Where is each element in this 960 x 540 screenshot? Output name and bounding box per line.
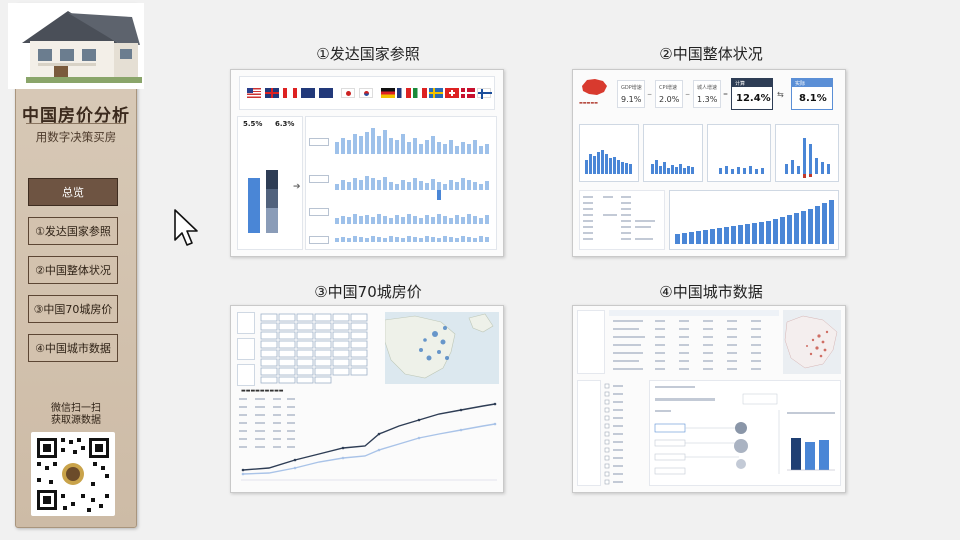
qr-code [31,432,115,516]
tile-title-china-overall: ②中国整体状况 [659,45,763,63]
kpi-actual-value: 8.1% [799,93,827,104]
tile-title-developed-countries: ①发达国家参照 [316,45,420,63]
house-logo [8,3,144,89]
trend-bars [675,200,834,244]
kpi-gdp-value: 9.1% [621,95,642,104]
operator-minus-1: − [647,91,653,98]
flag-japan-icon[interactable] [341,88,355,98]
flag-sweden-icon[interactable] [429,88,443,98]
kpi-computed-value: 12.4% [736,93,771,104]
flag-france-icon[interactable] [397,88,411,98]
mini-row-3 [335,214,489,224]
chart-row-label-1 [309,138,329,146]
chart-row-label-2 [309,175,329,183]
chart-row-label-3 [309,208,329,216]
kpi-urban-label: 城人增速 [697,85,718,91]
flag-korea-icon[interactable] [359,88,373,98]
qr-caption: 微信扫一扫 获取源数据 [16,403,136,427]
china-map-icon [582,79,607,95]
city-selector-grid[interactable] [259,312,379,384]
flag-finland-icon[interactable] [477,88,492,99]
tile-china-city-data[interactable] [572,305,846,493]
kpi-cpi-box: CPI增速 2.0% [655,80,683,108]
mini-row-1 [335,128,489,154]
kpi-urban-value: 1.3% [697,95,718,104]
city-density-map[interactable] [783,310,841,374]
kpi-actual-box: 实际 8.1% [791,78,833,110]
kpi-actual-label: 实际 [795,81,806,87]
qr-caption-line1: 微信扫一扫 [51,403,101,414]
filter-button-2[interactable] [237,338,255,360]
chart-type-switcher[interactable] [577,380,601,486]
sidebar: 中国房价分析 用数字决策买房 总览 ①发达国家参照 ②中国整体状况 ③中国70城… [8,3,144,528]
stack-bar-left [248,178,260,233]
tile-china-overall[interactable]: ▬▬▬▬▬ GDP增速 9.1% − CPI增速 2.0% − 城人增速 1.3… [572,69,846,257]
mini-row-4 [335,236,489,242]
chart-row-label-4 [309,236,329,244]
kpi-gdp-box: GDP增速 9.1% [617,80,645,108]
price-line-chart [241,402,497,481]
tile-china-70-cities[interactable]: ▬▬▬▬▬▬▬▬▬ [230,305,504,493]
flag-usa-icon[interactable] [247,88,261,98]
kpi-gdp-label: GDP增速 [621,85,642,91]
flag-canada-icon[interactable] [283,88,297,98]
flag-new-zealand-icon[interactable] [319,88,333,98]
qr-code-image [37,438,109,512]
kpi-urban-box: 城人增速 1.3% [693,80,721,108]
filter-button-3[interactable] [237,364,255,386]
tile-title-china-city-data: ④中国城市数据 [659,283,763,301]
row-filter-list[interactable] [577,310,605,374]
tile-title-china-70-cities: ③中国70城房价 [314,283,422,301]
qr-caption-line2: 获取源数据 [51,415,101,426]
operator-equals: = [723,91,729,98]
city-checkbox-list[interactable] [603,380,647,486]
flag-germany-icon[interactable] [381,88,395,98]
kpi-left-value: 5.5% [243,120,263,128]
city-data-table [609,310,779,370]
city-map-shapes [384,313,494,379]
nav-china-overall-button[interactable]: ②中国整体状况 [28,256,118,284]
data-table-rows [583,196,655,240]
china-caption-mark: ▬▬▬▬▬ [579,100,598,105]
mini-row-2 [335,176,489,200]
tile-developed-countries[interactable]: 5.5% 6.3% ➔ [230,69,504,257]
flag-italy-icon[interactable] [413,88,427,98]
operator-minus-2: − [685,91,691,98]
arrow-right-icon: ➔ [293,182,301,192]
flag-australia-icon[interactable] [301,88,315,98]
nav-overview-button[interactable]: 总览 [28,178,118,206]
kpi-computed-box: 计算 12.4% [731,78,773,110]
city-density-map-shapes [784,315,838,369]
app-subtitle: 用数字决策买房 [35,130,117,144]
kpi-cpi-label: CPI增速 [659,85,677,91]
compare-arrows-icon: ⇆ [777,90,784,99]
flag-uk-icon[interactable] [265,88,279,98]
flag-denmark-icon[interactable] [461,88,475,98]
kpi-cpi-value: 2.0% [659,95,680,104]
decomposition-tree [654,386,837,475]
kpi-computed-label: 计算 [735,81,746,87]
title-divider [26,123,126,124]
city-map[interactable] [384,312,499,384]
flag-switzerland-icon[interactable] [445,88,459,98]
mouse-pointer-icon [174,209,198,246]
stack-bar-right [266,170,278,233]
country-mini-charts [335,128,489,242]
nav-china-city-data-button[interactable]: ④中国城市数据 [28,334,118,362]
nav-developed-countries-button[interactable]: ①发达国家参照 [28,217,118,245]
filter-button-1[interactable] [237,312,255,334]
mini-charts-bars [585,138,830,178]
nav-china-70-cities-button[interactable]: ③中国70城房价 [28,295,118,323]
kpi-right-value: 6.3% [275,120,295,128]
